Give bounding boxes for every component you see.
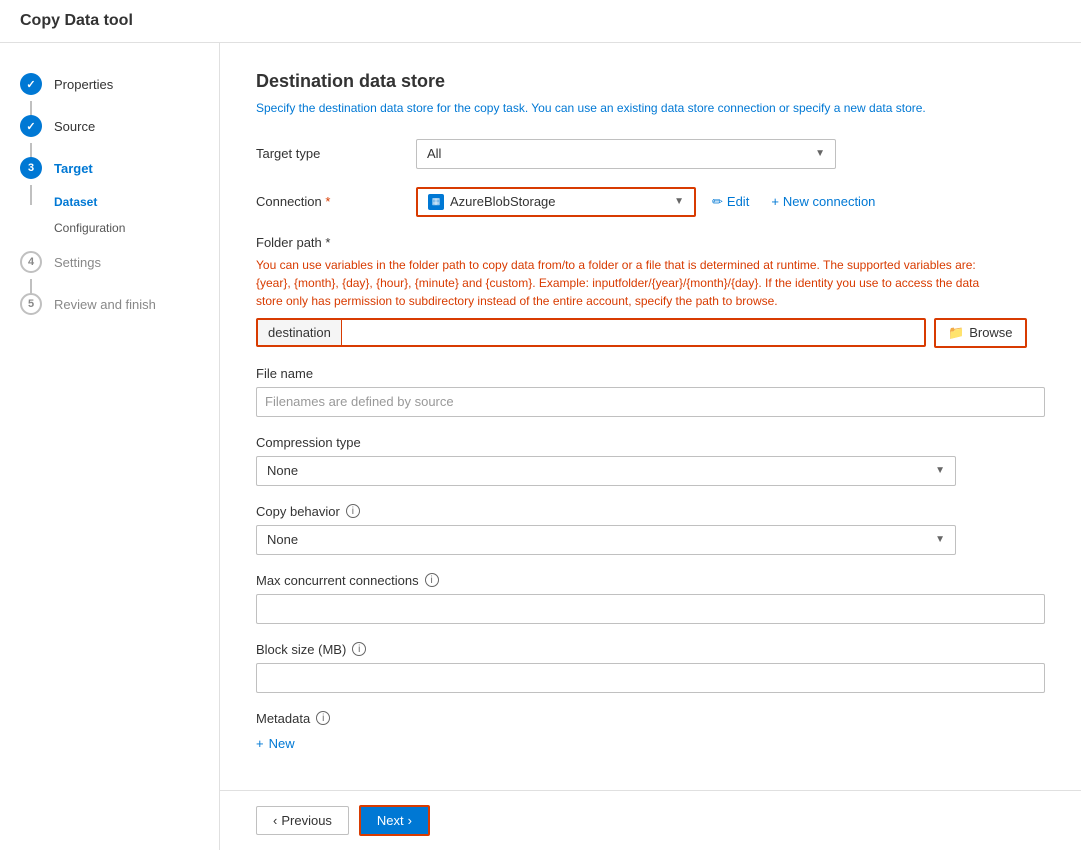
- block-size-label: Block size (MB) i: [256, 642, 1045, 657]
- copy-behavior-chevron-icon: ▼: [935, 534, 945, 545]
- compression-chevron-icon: ▼: [935, 465, 945, 476]
- target-type-control: All ▼: [416, 139, 836, 169]
- connection-select[interactable]: ▦ AzureBlobStorage ▼: [416, 187, 696, 217]
- folder-path-section: Folder path * You can use variables in t…: [256, 235, 1045, 348]
- sidebar-item-source[interactable]: ✓ Source: [0, 105, 219, 147]
- step-circle-settings: 4: [20, 251, 42, 273]
- compression-type-value: None: [267, 463, 298, 478]
- metadata-section: Metadata i + New: [256, 711, 1045, 755]
- sidebar-item-review[interactable]: 5 Review and finish: [0, 283, 219, 325]
- target-type-select[interactable]: All ▼: [416, 139, 836, 169]
- step-label-source: Source: [54, 119, 95, 134]
- step-label-target: Target: [54, 161, 93, 176]
- max-connections-input[interactable]: [256, 594, 1045, 624]
- next-button[interactable]: Next ›: [359, 805, 430, 836]
- connection-row: Connection * ▦ AzureBlobStorage ▼ ✏ Edit: [256, 187, 1045, 217]
- main-content: Destination data store Specify the desti…: [220, 43, 1081, 790]
- browse-button[interactable]: 📁 Browse: [934, 318, 1027, 348]
- file-name-group: File name: [256, 366, 1045, 417]
- sidebar-sub-step-dataset[interactable]: Dataset: [0, 189, 219, 215]
- sidebar-sub-step-configuration[interactable]: Configuration: [0, 215, 219, 241]
- metadata-label: Metadata i: [256, 711, 1045, 726]
- sidebar-item-settings[interactable]: 4 Settings: [0, 241, 219, 283]
- block-size-info-icon[interactable]: i: [352, 642, 366, 656]
- section-description: Specify the destination data store for t…: [256, 100, 1045, 117]
- connection-controls: ▦ AzureBlobStorage ▼ ✏ Edit + New connec…: [416, 187, 881, 217]
- step-number-settings: 4: [28, 256, 34, 268]
- connection-label: Connection *: [256, 194, 416, 209]
- checkmark-icon-source: ✓: [26, 120, 35, 133]
- max-connections-label: Max concurrent connections i: [256, 573, 1045, 588]
- block-size-group: Block size (MB) i: [256, 642, 1045, 693]
- compression-type-label: Compression type: [256, 435, 1045, 450]
- connection-value: AzureBlobStorage: [450, 194, 556, 209]
- step-number-review: 5: [28, 298, 34, 310]
- block-size-input[interactable]: [256, 663, 1045, 693]
- storage-icon: ▦: [428, 194, 444, 210]
- compression-type-select[interactable]: None ▼: [256, 456, 956, 486]
- copy-behavior-label: Copy behavior i: [256, 504, 1045, 519]
- copy-behavior-value: None: [267, 532, 298, 547]
- chevron-down-icon: ▼: [815, 148, 825, 159]
- add-new-button[interactable]: + New: [256, 732, 295, 755]
- folder-icon: 📁: [948, 325, 964, 341]
- folder-path-prefix: destination: [258, 320, 342, 345]
- previous-button[interactable]: ‹ Previous: [256, 806, 349, 835]
- plus-icon: +: [771, 194, 779, 209]
- sidebar-item-properties[interactable]: ✓ Properties: [0, 63, 219, 105]
- step-circle-properties: ✓: [20, 73, 42, 95]
- folder-path-input[interactable]: [342, 320, 924, 345]
- step-number-target: 3: [28, 162, 34, 174]
- folder-path-input-row: destination 📁 Browse: [256, 318, 1045, 348]
- copy-behavior-info-icon[interactable]: i: [346, 504, 360, 518]
- new-connection-button[interactable]: + New connection: [765, 190, 881, 213]
- step-circle-target: 3: [20, 157, 42, 179]
- metadata-info-icon[interactable]: i: [316, 711, 330, 725]
- page-title: Destination data store: [256, 71, 1045, 92]
- folder-path-required: *: [325, 235, 330, 250]
- required-indicator: *: [325, 194, 330, 209]
- folder-path-label: Folder path *: [256, 235, 1045, 250]
- file-name-label: File name: [256, 366, 1045, 381]
- compression-type-group: Compression type None ▼: [256, 435, 1045, 486]
- app-title: Copy Data tool: [0, 0, 1081, 43]
- step-label-review: Review and finish: [54, 297, 156, 312]
- step-circle-source: ✓: [20, 115, 42, 137]
- max-connections-info-icon[interactable]: i: [425, 573, 439, 587]
- sidebar: ✓ Properties ✓ Source 3 Target Dataset C…: [0, 43, 220, 850]
- step-label-settings: Settings: [54, 255, 101, 270]
- file-name-input[interactable]: [256, 387, 1045, 417]
- target-type-row: Target type All ▼: [256, 139, 1045, 169]
- connection-select-inner: ▦ AzureBlobStorage: [428, 194, 556, 210]
- checkmark-icon: ✓: [26, 78, 35, 91]
- chevron-left-icon: ‹: [273, 813, 277, 828]
- pencil-icon: ✏: [712, 194, 723, 210]
- copy-behavior-group: Copy behavior i None ▼: [256, 504, 1045, 555]
- sidebar-item-target[interactable]: 3 Target: [0, 147, 219, 189]
- footer: ‹ Previous Next ›: [220, 790, 1081, 850]
- chevron-right-icon: ›: [408, 813, 412, 828]
- edit-button[interactable]: ✏ Edit: [706, 190, 755, 214]
- target-type-label: Target type: [256, 146, 416, 161]
- step-label-properties: Properties: [54, 77, 113, 92]
- connection-chevron-icon: ▼: [674, 196, 684, 207]
- folder-path-description: You can use variables in the folder path…: [256, 256, 1006, 310]
- copy-behavior-select[interactable]: None ▼: [256, 525, 956, 555]
- target-type-value: All: [427, 146, 441, 161]
- plus-new-icon: +: [256, 736, 264, 751]
- step-circle-review: 5: [20, 293, 42, 315]
- folder-input-wrapper: destination: [256, 318, 926, 347]
- max-connections-group: Max concurrent connections i: [256, 573, 1045, 624]
